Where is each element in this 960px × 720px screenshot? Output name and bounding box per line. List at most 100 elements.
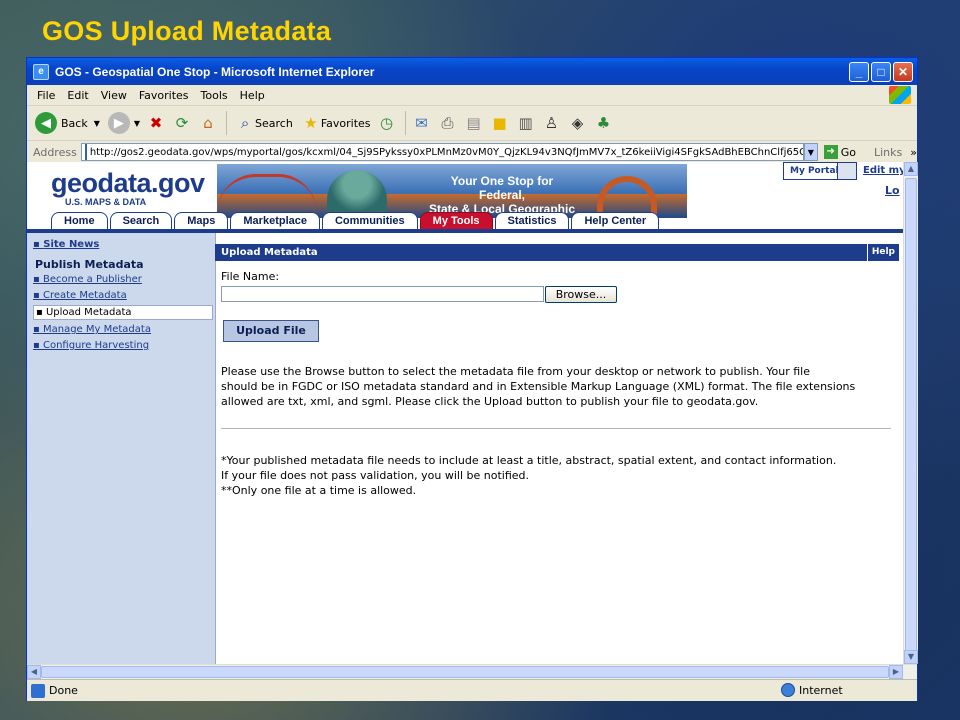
address-url: http://gos2.geodata.gov/wps/myportal/gos…	[89, 146, 803, 158]
menu-bar: File Edit View Favorites Tools Help	[27, 85, 917, 106]
divider	[221, 428, 891, 429]
back-arrow-icon: ◀	[35, 112, 57, 134]
page-viewport: geodata.gov U.S. MAPS & DATA Your One St…	[27, 162, 903, 664]
tab-communities[interactable]: Communities	[321, 212, 418, 230]
scroll-down-icon[interactable]: ▼	[904, 650, 918, 664]
file-name-label: File Name:	[221, 270, 280, 283]
home-icon[interactable]: ⌂	[198, 113, 218, 133]
golden-gate-bridge-image	[217, 174, 317, 213]
dropdown-arrow-icon[interactable]: ▼	[134, 119, 140, 128]
toolbar-separator	[404, 111, 406, 135]
browser-window: e GOS - Geospatial One Stop - Microsoft …	[26, 57, 918, 701]
scroll-up-icon[interactable]: ▲	[904, 162, 918, 176]
instructions-text: Please use the Browse button to select t…	[221, 365, 856, 408]
sidebar-item-upload-metadata[interactable]: ▪ Upload Metadata	[33, 305, 213, 320]
window-titlebar[interactable]: e GOS - Geospatial One Stop - Microsoft …	[27, 58, 917, 85]
sidebar-item-create-metadata[interactable]: ▪ Create Metadata	[33, 290, 127, 301]
tab-my-tools[interactable]: My Tools	[419, 212, 493, 230]
sidebar-heading: Publish Metadata	[35, 258, 144, 271]
upload-panel: Upload Metadata Help File Name: Browse..…	[215, 244, 899, 664]
users-icon[interactable]: ♣	[594, 113, 614, 133]
site-logo-subtitle: U.S. MAPS & DATA	[65, 197, 147, 207]
dropdown-arrow-icon[interactable]: ▼	[94, 119, 100, 128]
search-button[interactable]: ⌕ Search	[235, 113, 293, 133]
go-arrow-icon: ➜	[823, 145, 838, 159]
forward-button[interactable]: ▶ ▼	[107, 112, 140, 134]
slide-title: GOS Upload Metadata	[42, 16, 332, 46]
site-banner: geodata.gov U.S. MAPS & DATA Your One St…	[27, 162, 903, 230]
vertical-scroll-thumb[interactable]	[905, 178, 917, 658]
favorites-button[interactable]: ★ Favorites	[301, 113, 370, 133]
history-icon[interactable]: ◷	[377, 113, 397, 133]
tab-help-center[interactable]: Help Center	[571, 212, 660, 230]
edit-icon[interactable]: ▤	[464, 113, 484, 133]
sidebar-item-configure-harvesting[interactable]: ▪ Configure Harvesting	[33, 340, 149, 351]
stop-icon[interactable]: ✖	[146, 113, 166, 133]
scroll-right-icon[interactable]: ▶	[889, 665, 903, 679]
menu-help[interactable]: Help	[240, 89, 265, 102]
vertical-scrollbar[interactable]: ▲ ▼	[903, 162, 918, 664]
windows-logo-icon	[889, 86, 911, 104]
panel-header: Upload Metadata Help	[215, 244, 899, 261]
address-dropdown-icon[interactable]: ▼	[803, 143, 818, 161]
menu-view[interactable]: View	[101, 89, 127, 102]
status-done: Done	[31, 683, 78, 698]
menu-file[interactable]: File	[37, 89, 55, 102]
horizontal-scrollbar[interactable]: ◀ ▶	[27, 664, 917, 679]
menu-tools[interactable]: Tools	[201, 89, 228, 102]
page-icon	[84, 144, 87, 160]
maximize-button[interactable]: □	[871, 61, 891, 82]
nav-tabs: Home Search Maps Marketplace Communities…	[51, 212, 661, 230]
menu-edit[interactable]: Edit	[67, 89, 88, 102]
statue-of-liberty-image	[327, 170, 387, 218]
address-input[interactable]: http://gos2.geodata.gov/wps/myportal/gos…	[80, 143, 804, 161]
back-button[interactable]: ◀ Back ▼	[35, 112, 100, 134]
toolbar: ◀ Back ▼ ▶ ▼ ✖ ⟳ ⌂ ⌕ Search ★ Favorites …	[27, 106, 917, 141]
go-button[interactable]: ➜ Go	[823, 145, 856, 159]
browse-button[interactable]: Browse...	[545, 286, 617, 303]
edit-portal-icon[interactable]	[837, 162, 857, 180]
tab-maps[interactable]: Maps	[174, 212, 229, 230]
ie-page-icon: e	[33, 63, 49, 80]
research-icon[interactable]: ▥	[516, 113, 536, 133]
panel-title: Upload Metadata	[221, 247, 318, 258]
tab-home[interactable]: Home	[51, 212, 108, 230]
minimize-button[interactable]: _	[849, 61, 869, 82]
scroll-left-icon[interactable]: ◀	[27, 665, 41, 679]
tab-marketplace[interactable]: Marketplace	[230, 212, 320, 230]
status-bar: Done Internet	[27, 679, 917, 701]
window-title: GOS - Geospatial One Stop - Microsoft In…	[55, 64, 375, 79]
security-zone: Internet	[781, 683, 843, 697]
refresh-icon[interactable]: ⟳	[172, 113, 192, 133]
left-sidebar: ▪ Site News Publish Metadata ▪ Become a …	[27, 233, 216, 664]
search-icon: ⌕	[240, 114, 250, 132]
sidebar-item-become-publisher[interactable]: ▪ Become a Publisher	[33, 274, 142, 285]
mail-icon[interactable]: ✉	[412, 113, 432, 133]
tab-search[interactable]: Search	[109, 212, 173, 230]
horizontal-scroll-thumb[interactable]	[41, 666, 889, 678]
logout-link[interactable]: Lo	[885, 184, 900, 197]
links-button[interactable]: Links	[874, 146, 902, 159]
toolbar-separator	[226, 111, 228, 135]
sidebar-item-site-news[interactable]: ▪ Site News	[33, 239, 99, 250]
site-logo[interactable]: geodata.gov	[51, 168, 205, 199]
banner-image: Your One Stop for Federal, State & Local…	[217, 164, 687, 218]
forward-arrow-icon: ▶	[107, 112, 130, 134]
close-button[interactable]: ✕	[893, 61, 913, 82]
file-name-input[interactable]	[221, 286, 544, 302]
upload-file-button[interactable]: Upload File	[223, 320, 319, 342]
messenger-icon[interactable]: ♙	[542, 113, 562, 133]
notes-text: *Your published metadata file needs to i…	[221, 454, 837, 497]
address-bar: Address http://gos2.geodata.gov/wps/mypo…	[27, 141, 917, 164]
address-label: Address	[33, 145, 77, 159]
chevron-right-icon[interactable]: »	[910, 146, 917, 159]
sidebar-item-manage-metadata[interactable]: ▪ Manage My Metadata	[33, 324, 151, 335]
edit-my-link[interactable]: Edit my	[863, 165, 903, 176]
tab-statistics[interactable]: Statistics	[494, 212, 570, 230]
discuss-icon[interactable]: ■	[490, 113, 510, 133]
menu-favorites[interactable]: Favorites	[139, 89, 189, 102]
media-icon[interactable]: ◈	[568, 113, 588, 133]
help-button[interactable]: Help	[866, 244, 899, 261]
print-icon[interactable]: ⎙	[438, 113, 458, 133]
globe-icon	[781, 683, 795, 697]
